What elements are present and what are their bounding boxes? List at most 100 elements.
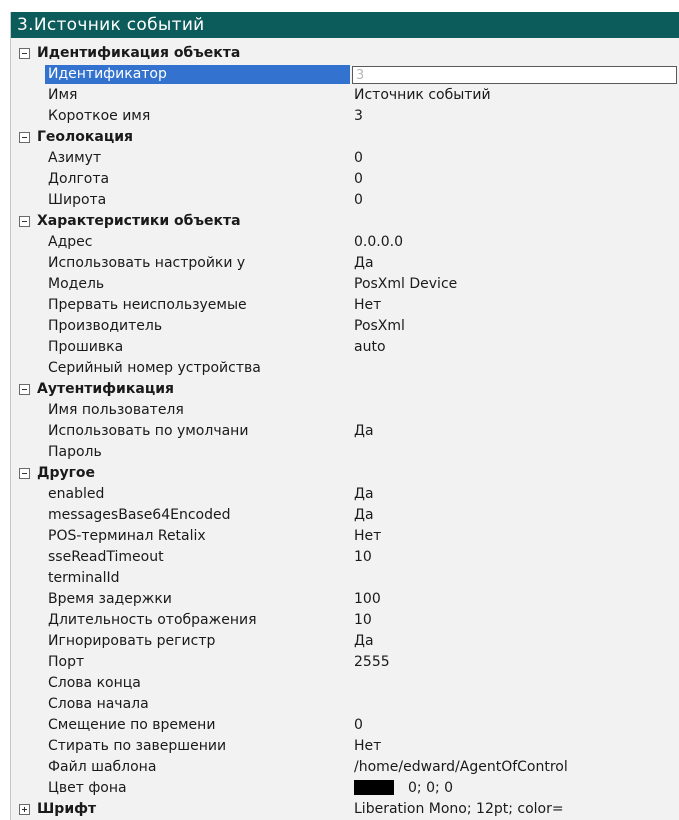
collapse-icon[interactable] bbox=[19, 216, 30, 227]
property-name[interactable]: Имя пользователя bbox=[45, 401, 350, 420]
property-name[interactable]: Имя bbox=[45, 86, 350, 105]
property-row[interactable]: Имя Источник событий bbox=[11, 85, 679, 106]
property-row[interactable]: Короткое имя 3 bbox=[11, 106, 679, 127]
property-row[interactable]: Производитель PosXml bbox=[11, 316, 679, 337]
property-row[interactable]: Серийный номер устройства bbox=[11, 358, 679, 379]
property-value[interactable]: 10 bbox=[354, 547, 679, 568]
property-row[interactable]: Широта 0 bbox=[11, 190, 679, 211]
property-name[interactable]: Пароль bbox=[45, 443, 350, 462]
property-name[interactable]: messagesBase64Encoded bbox=[45, 506, 350, 525]
property-row[interactable]: Идентификатор bbox=[11, 64, 679, 85]
property-value[interactable]: 0; 0; 0 bbox=[354, 778, 679, 799]
property-row[interactable]: Время задержки 100 bbox=[11, 589, 679, 610]
property-value[interactable]: 3 bbox=[354, 106, 679, 127]
property-row[interactable]: Прервать неиспользуемые Нет bbox=[11, 295, 679, 316]
property-name[interactable]: Идентификатор bbox=[45, 65, 350, 84]
property-name[interactable]: Время задержки bbox=[45, 590, 350, 609]
property-value[interactable]: Источник событий bbox=[354, 85, 679, 106]
property-name[interactable]: Короткое имя bbox=[45, 107, 350, 126]
property-value[interactable]: 0 bbox=[354, 148, 679, 169]
property-name[interactable]: Длительность отображения bbox=[45, 611, 350, 630]
property-row[interactable]: Смещение по времени 0 bbox=[11, 715, 679, 736]
property-row[interactable]: terminalId bbox=[11, 568, 679, 589]
property-name[interactable]: Долгота bbox=[45, 170, 350, 189]
property-row[interactable]: sseReadTimeout 10 bbox=[11, 547, 679, 568]
property-name[interactable]: Азимут bbox=[45, 149, 350, 168]
property-row[interactable]: enabled Да bbox=[11, 484, 679, 505]
collapse-icon[interactable] bbox=[19, 132, 30, 143]
property-row[interactable]: Длительность отображения 10 bbox=[11, 610, 679, 631]
property-value[interactable]: Да bbox=[354, 253, 679, 274]
property-name[interactable]: terminalId bbox=[45, 569, 350, 588]
property-name[interactable]: Слова конца bbox=[45, 674, 350, 693]
collapse-icon[interactable] bbox=[19, 468, 30, 479]
property-name[interactable]: Производитель bbox=[45, 317, 350, 336]
property-value[interactable]: 0 bbox=[354, 190, 679, 211]
expand-icon[interactable] bbox=[19, 804, 30, 815]
property-name[interactable]: Широта bbox=[45, 191, 350, 210]
property-row[interactable]: Модель PosXml Device bbox=[11, 274, 679, 295]
property-value[interactable]: 100 bbox=[354, 589, 679, 610]
category-row[interactable]: Геолокация bbox=[11, 127, 679, 148]
property-name[interactable]: Порт bbox=[45, 653, 350, 672]
property-value[interactable]: 0.0.0.0 bbox=[354, 232, 679, 253]
property-name[interactable]: Адрес bbox=[45, 233, 350, 252]
property-value[interactable]: auto bbox=[354, 337, 679, 358]
property-row[interactable]: messagesBase64Encoded Да bbox=[11, 505, 679, 526]
property-name[interactable]: Модель bbox=[45, 275, 350, 294]
property-value[interactable]: Да bbox=[354, 484, 679, 505]
property-name[interactable]: Прошивка bbox=[45, 338, 350, 357]
property-row[interactable]: Игнорировать регистр Да bbox=[11, 631, 679, 652]
property-value[interactable]: 2555 bbox=[354, 652, 679, 673]
property-value[interactable]: 0 bbox=[354, 169, 679, 190]
minus-bar bbox=[22, 221, 27, 222]
collapse-icon[interactable] bbox=[19, 48, 30, 59]
category-row[interactable]: Характеристики объекта bbox=[11, 211, 679, 232]
property-name[interactable]: Смещение по времени bbox=[45, 716, 350, 735]
property-row[interactable]: Слова начала bbox=[11, 694, 679, 715]
category-row[interactable]: Шрифт Liberation Mono; 12pt; color= bbox=[11, 799, 679, 820]
property-row[interactable]: Стирать по завершении Нет bbox=[11, 736, 679, 757]
property-value[interactable]: Нет bbox=[354, 526, 679, 547]
property-row[interactable]: POS-терминал Retalix Нет bbox=[11, 526, 679, 547]
category-row[interactable]: Другое bbox=[11, 463, 679, 484]
property-row[interactable]: Адрес 0.0.0.0 bbox=[11, 232, 679, 253]
property-name[interactable]: Слова начала bbox=[45, 695, 350, 714]
property-name[interactable]: Прервать неиспользуемые bbox=[45, 296, 350, 315]
property-name[interactable]: Серийный номер устройства bbox=[45, 359, 350, 378]
property-value[interactable]: Да bbox=[354, 505, 679, 526]
property-name[interactable]: Цвет фона bbox=[45, 779, 350, 798]
property-value[interactable]: PosXml bbox=[354, 316, 679, 337]
property-name[interactable]: Использовать по умолчани bbox=[45, 422, 350, 441]
property-name[interactable]: Файл шаблона bbox=[45, 758, 350, 777]
property-value[interactable]: 0 bbox=[354, 715, 679, 736]
property-value[interactable]: Нет bbox=[354, 736, 679, 757]
property-name[interactable]: POS-терминал Retalix bbox=[45, 527, 350, 546]
property-row[interactable]: Слова конца bbox=[11, 673, 679, 694]
property-name[interactable]: Стирать по завершении bbox=[45, 737, 350, 756]
property-value[interactable]: Нет bbox=[354, 295, 679, 316]
property-row[interactable]: Пароль bbox=[11, 442, 679, 463]
property-row[interactable]: Прошивка auto bbox=[11, 337, 679, 358]
property-name[interactable]: Игнорировать регистр bbox=[45, 632, 350, 651]
property-row[interactable]: Имя пользователя bbox=[11, 400, 679, 421]
property-name[interactable]: enabled bbox=[45, 485, 350, 504]
property-row[interactable]: Долгота 0 bbox=[11, 169, 679, 190]
property-row[interactable]: Цвет фона 0; 0; 0 bbox=[11, 778, 679, 799]
category-row[interactable]: Идентификация объекта bbox=[11, 43, 679, 64]
property-row[interactable]: Использовать по умолчани Да bbox=[11, 421, 679, 442]
property-row[interactable]: Использовать настройки у Да bbox=[11, 253, 679, 274]
property-value[interactable]: /home/edward/AgentOfControl bbox=[354, 757, 679, 778]
property-row[interactable]: Порт 2555 bbox=[11, 652, 679, 673]
collapse-icon[interactable] bbox=[19, 384, 30, 395]
property-value-editor[interactable] bbox=[352, 66, 677, 84]
property-value[interactable]: PosXml Device bbox=[354, 274, 679, 295]
property-value[interactable]: Да bbox=[354, 631, 679, 652]
property-value[interactable]: 10 bbox=[354, 610, 679, 631]
property-name[interactable]: Использовать настройки у bbox=[45, 254, 350, 273]
property-name[interactable]: sseReadTimeout bbox=[45, 548, 350, 567]
property-row[interactable]: Азимут 0 bbox=[11, 148, 679, 169]
category-row[interactable]: Аутентификация bbox=[11, 379, 679, 400]
property-value[interactable]: Да bbox=[354, 421, 679, 442]
property-row[interactable]: Файл шаблона/home/edward/AgentOfControl bbox=[11, 757, 679, 778]
